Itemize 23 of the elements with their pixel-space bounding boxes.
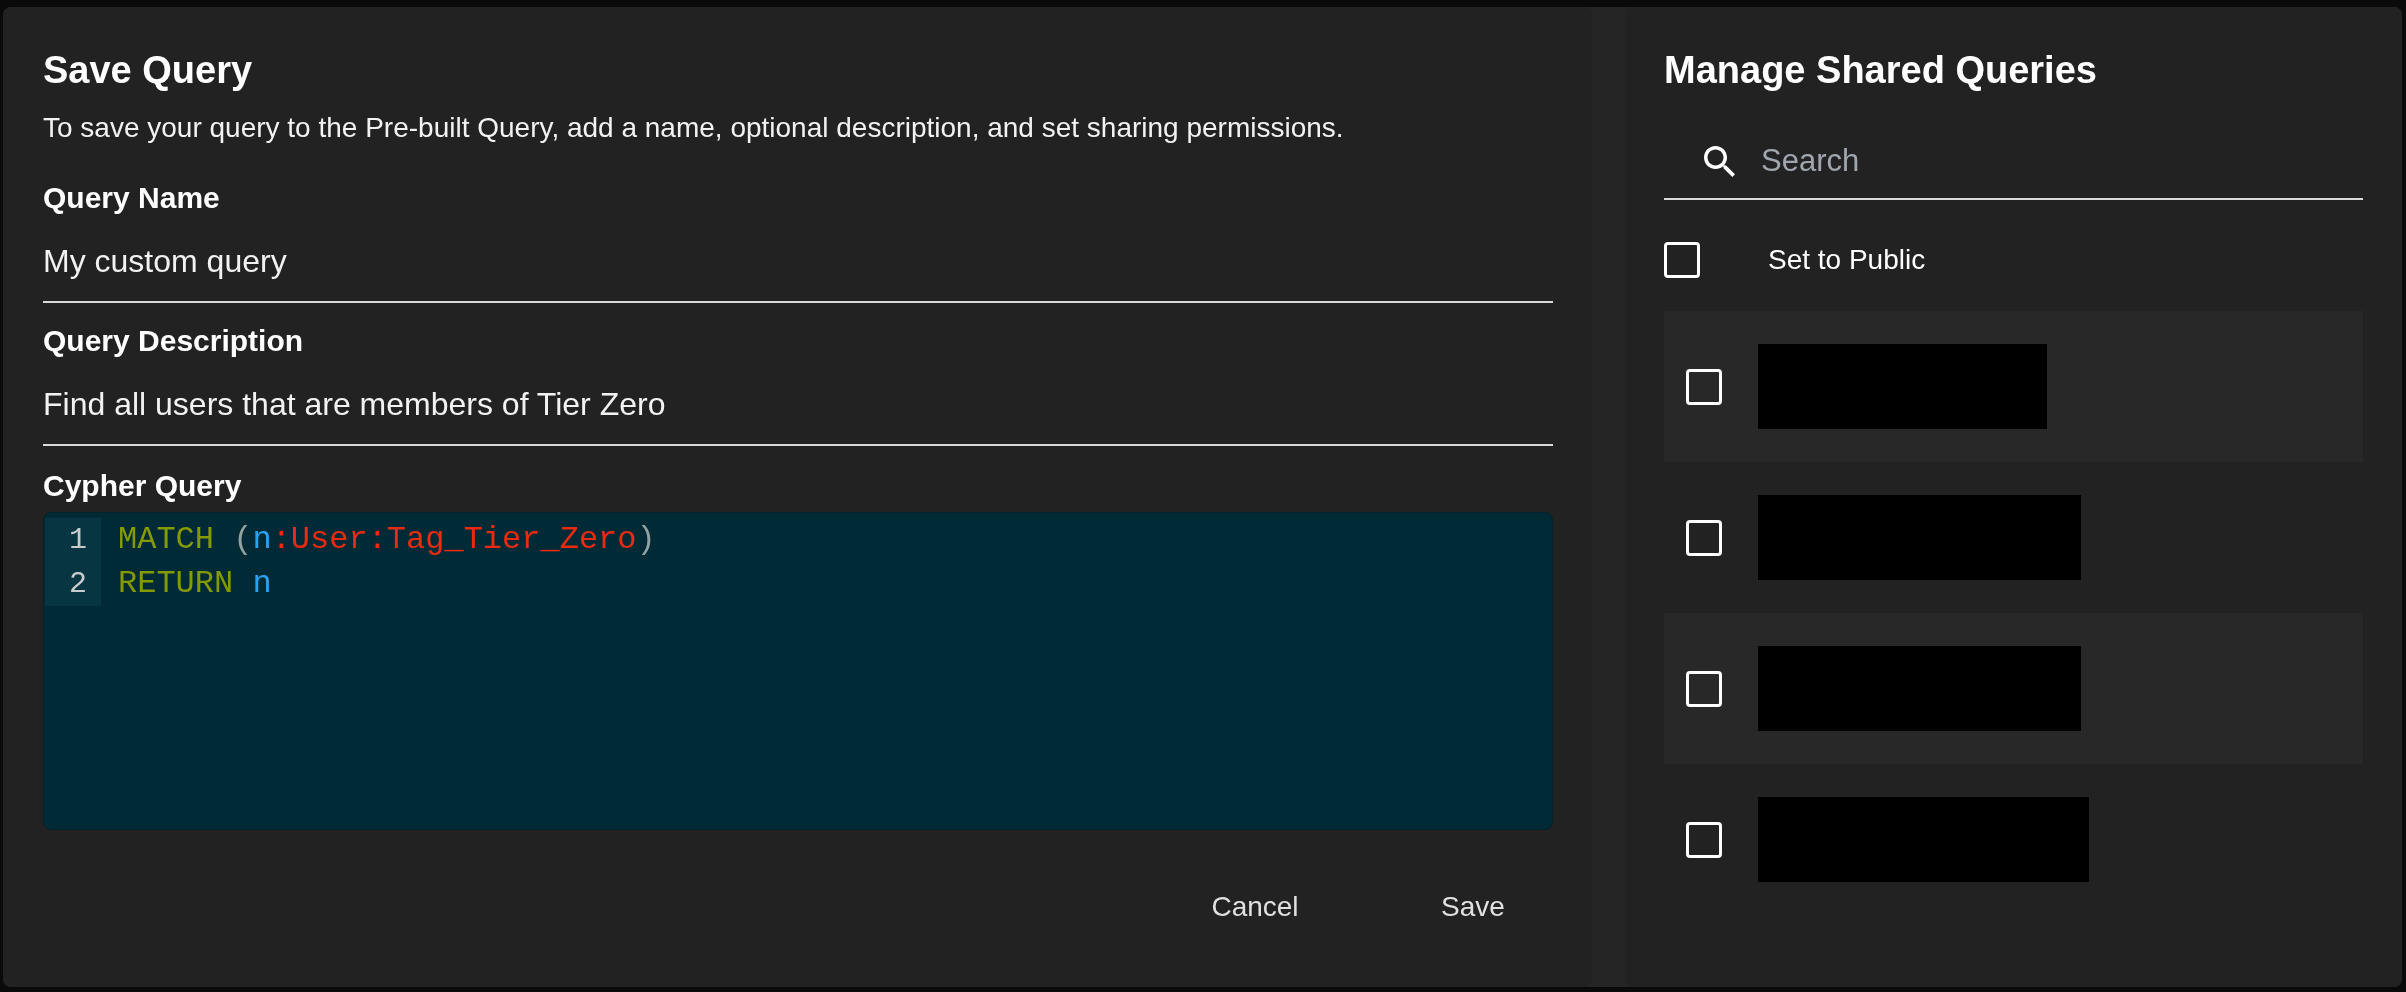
code-line: RETURN n	[117, 564, 272, 604]
field-label: Query Description	[43, 323, 305, 359]
checkbox[interactable]	[1686, 368, 1722, 405]
checkbox-label[interactable]: Set to Public	[1768, 239, 1926, 281]
field-label: Cypher Query	[43, 468, 243, 504]
search-field[interactable]: Search	[1761, 139, 2363, 183]
code-line: MATCH (n:User:Tag_Tier_Zero)	[117, 520, 656, 560]
text-field[interactable]: Find all users that are members of Tier Zero	[43, 359, 1553, 446]
line-number: 2	[45, 562, 101, 606]
dialog-title: Save Query	[43, 48, 254, 93]
checkbox[interactable]	[1664, 242, 1700, 278]
code-editor[interactable]: 1 MATCH (n:User:Tag_Tier_Zero) 2 RETURN n	[43, 512, 1553, 830]
checkbox[interactable]	[1686, 519, 1722, 556]
cancel-button[interactable]: Cancel	[1191, 879, 1319, 935]
field-label: Query Name	[43, 180, 221, 216]
dialog-description: To save your query to the Pre-built Query, add a name, optional description, and set sharing permissions.	[43, 112, 1345, 144]
text-field[interactable]: My custom query	[43, 216, 1553, 303]
panel-title: Manage Shared Queries	[1664, 48, 2098, 93]
line-number: 1	[45, 518, 101, 562]
checkbox[interactable]	[1686, 821, 1722, 858]
checkbox[interactable]	[1686, 670, 1722, 707]
save-button[interactable]: Save	[1409, 879, 1537, 935]
search-icon	[1704, 145, 1735, 177]
